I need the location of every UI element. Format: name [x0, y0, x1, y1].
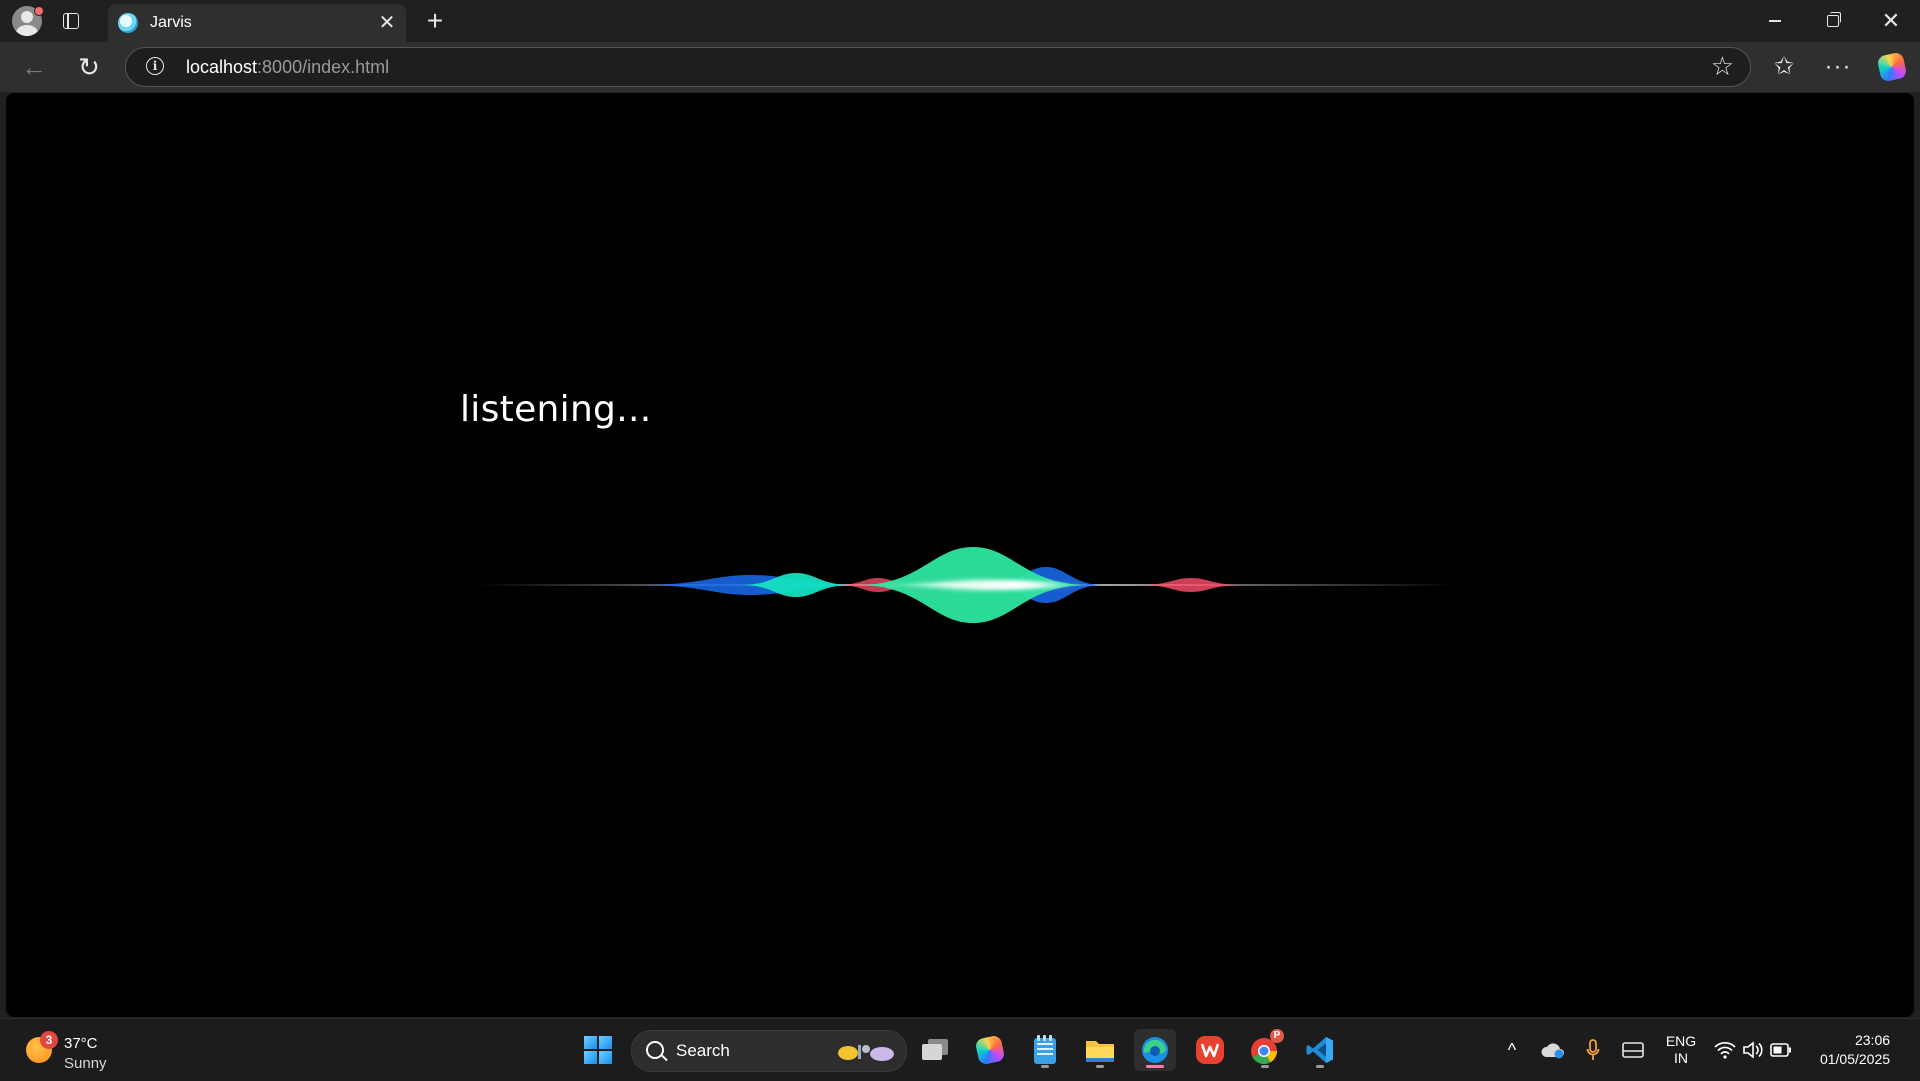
notepad-button[interactable]: [1024, 1029, 1066, 1071]
chevron-up-icon: ^: [1507, 1039, 1517, 1060]
battery-icon: [1770, 1043, 1791, 1057]
site-info-icon[interactable]: i: [146, 57, 164, 75]
refresh-button[interactable]: ↻: [73, 51, 105, 83]
quick-settings-button[interactable]: [1712, 1019, 1794, 1081]
siri-wave-animation: [476, 547, 1456, 623]
tab-actions-button[interactable]: [60, 10, 82, 32]
wave-shapes: [476, 547, 1456, 623]
start-button[interactable]: [577, 1029, 619, 1071]
cloud-sync-icon: [1541, 1043, 1564, 1059]
vscode-icon: [1306, 1037, 1333, 1063]
refresh-icon: ↻: [78, 52, 100, 82]
taskbar-search-box[interactable]: Search: [631, 1030, 907, 1072]
tab-jarvis[interactable]: Jarvis ✕: [108, 4, 406, 42]
favorites-button[interactable]: ✩: [1768, 51, 1800, 83]
url-text[interactable]: localhost:8000/index.html: [186, 57, 389, 78]
weather-temperature: 37°C: [64, 1035, 98, 1052]
favorites-list-icon: ✩: [1773, 53, 1795, 80]
minimize-icon: [1769, 20, 1781, 22]
search-highlight-icon: [838, 1045, 894, 1061]
volume-icon: [1743, 1041, 1763, 1059]
vertical-tabs-icon: [63, 13, 79, 29]
running-indicator: [1041, 1065, 1049, 1068]
search-icon: [646, 1041, 664, 1059]
tablet-mode-icon: [1622, 1042, 1644, 1058]
onedrive-tray-button[interactable]: [1538, 1019, 1568, 1081]
weather-condition: Sunny: [64, 1055, 107, 1072]
tab-favicon-icon: [118, 13, 138, 33]
language-region: IN: [1674, 1050, 1688, 1066]
tab-close-button[interactable]: ✕: [376, 12, 398, 34]
url-path: :8000/index.html: [257, 57, 390, 77]
windows-taskbar: 3 37°C Sunny Search P ^ ENG IN 23:06 01/…: [0, 1018, 1920, 1081]
show-hidden-icons-button[interactable]: ^: [1500, 1019, 1524, 1081]
wps-office-icon: [1196, 1036, 1224, 1064]
wps-office-button[interactable]: [1189, 1029, 1231, 1071]
running-indicator: [1096, 1065, 1104, 1068]
clock-time: 23:06: [1854, 1032, 1891, 1048]
running-indicator: [1261, 1065, 1269, 1068]
copilot-app-icon: [974, 1034, 1006, 1066]
copilot-icon: [1876, 51, 1908, 83]
task-view-icon: [922, 1039, 948, 1060]
language-code: ENG: [1665, 1033, 1697, 1049]
chrome-profile-badge: P: [1270, 1029, 1284, 1043]
search-label: Search: [676, 1041, 730, 1060]
browser-toolbar: ← ↻ i localhost:8000/index.html ☆ ✩ ···: [0, 42, 1920, 92]
weather-badge: 3: [40, 1031, 58, 1049]
copilot-app-button[interactable]: [969, 1029, 1011, 1071]
edge-icon: [1142, 1037, 1168, 1063]
new-tab-button[interactable]: +: [422, 7, 448, 35]
microphone-tray-button[interactable]: [1580, 1019, 1606, 1081]
restore-icon: [1827, 12, 1841, 27]
address-bar[interactable]: i localhost:8000/index.html ☆: [125, 47, 1751, 87]
tab-title: Jarvis: [150, 14, 192, 31]
close-icon: ✕: [1881, 8, 1901, 33]
minimize-button[interactable]: [1746, 0, 1804, 42]
restore-button[interactable]: [1804, 0, 1862, 42]
edge-button[interactable]: [1134, 1029, 1176, 1071]
active-indicator: [1146, 1065, 1164, 1068]
close-window-button[interactable]: ✕: [1862, 0, 1920, 42]
file-explorer-button[interactable]: [1079, 1029, 1121, 1071]
copilot-button[interactable]: [1876, 51, 1908, 83]
clock-date: 01/05/2025: [1819, 1051, 1891, 1067]
add-favorite-star-icon[interactable]: ☆: [1711, 52, 1734, 80]
chrome-button[interactable]: P: [1244, 1029, 1286, 1071]
more-icon: ···: [1824, 53, 1852, 80]
wave-lobe: [1141, 578, 1241, 592]
back-button[interactable]: ←: [18, 51, 50, 83]
task-view-button[interactable]: [914, 1029, 956, 1071]
running-indicator: [1316, 1065, 1324, 1068]
microphone-icon: [1586, 1039, 1600, 1060]
page-viewport: listening...: [6, 93, 1914, 1017]
wifi-icon: [1714, 1041, 1736, 1059]
notepad-icon: [1034, 1035, 1056, 1064]
input-language-button[interactable]: ENG IN: [1658, 1019, 1704, 1081]
profile-notification-dot: [34, 6, 44, 16]
weather-widget[interactable]: 3 37°C Sunny: [20, 1029, 140, 1073]
back-arrow-icon: ←: [21, 52, 47, 82]
start-icon: [584, 1036, 612, 1064]
file-explorer-icon: [1086, 1041, 1114, 1062]
vscode-button[interactable]: [1299, 1029, 1341, 1071]
touch-keyboard-button[interactable]: [1618, 1019, 1648, 1081]
clock-button[interactable]: 23:06 01/05/2025: [1810, 1019, 1900, 1081]
browser-tab-strip: Jarvis ✕ + ✕: [0, 0, 1920, 42]
settings-more-button[interactable]: ···: [1822, 51, 1854, 83]
url-host: localhost: [186, 57, 258, 77]
